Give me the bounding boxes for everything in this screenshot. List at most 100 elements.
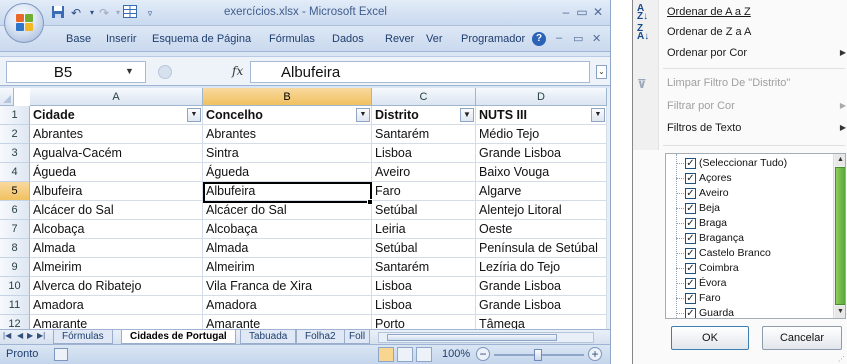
filter-dropdown-icon[interactable]: ▼	[187, 108, 201, 122]
table-cell[interactable]: Amarante	[30, 315, 203, 330]
column-header-a[interactable]: A	[30, 88, 203, 106]
table-cell[interactable]: Alverca do Ribatejo	[30, 277, 203, 296]
table-cell[interactable]: Península de Setúbal	[476, 239, 607, 258]
column-header-b[interactable]: B	[203, 88, 372, 106]
table-cell[interactable]: Lisboa	[372, 277, 476, 296]
first-sheet-icon[interactable]: |◀	[3, 331, 11, 340]
table-cell[interactable]: Amarante	[203, 315, 372, 330]
scroll-up-icon[interactable]: ▲	[835, 154, 845, 166]
tab-dados[interactable]: Dados	[332, 33, 364, 45]
table-cell[interactable]: Algarve	[476, 182, 607, 201]
last-sheet-icon[interactable]: ▶|	[37, 331, 45, 340]
tab-inserir[interactable]: Inserir	[106, 33, 137, 45]
row-header-4[interactable]: 4	[0, 163, 30, 182]
table-cell[interactable]: Médio Tejo	[476, 125, 607, 144]
checkbox-checked-icon[interactable]: ✓	[685, 293, 696, 304]
table-cell[interactable]: Aveiro	[372, 163, 476, 182]
table-cell[interactable]: Lisboa	[372, 144, 476, 163]
row-header-11[interactable]: 11	[0, 296, 30, 315]
table-cell[interactable]: Almeirim	[30, 258, 203, 277]
tab-programador[interactable]: Programador	[461, 33, 525, 45]
table-cell[interactable]: Abrantes	[203, 125, 372, 144]
row-header-3[interactable]: 3	[0, 144, 30, 163]
prev-sheet-icon[interactable]: ◀	[17, 331, 23, 340]
insert-function-icon[interactable]: fx	[232, 64, 243, 78]
table-cell[interactable]: Almeirim	[203, 258, 372, 277]
close-button[interactable]: ✕	[589, 4, 607, 20]
sheet-tab-tabuada[interactable]: Tabuada	[240, 330, 297, 344]
column-header-d[interactable]: D	[476, 88, 607, 106]
checkbox-checked-icon[interactable]: ✓	[685, 158, 696, 169]
table-cell[interactable]: Amadora	[30, 296, 203, 315]
table-cell[interactable]: Águeda	[203, 163, 372, 182]
row-header-6[interactable]: 6	[0, 201, 30, 220]
sheet-tab-folha2[interactable]: Folha2	[296, 330, 345, 344]
checkbox-checked-icon[interactable]: ✓	[685, 308, 696, 318]
value-list-scrollbar[interactable]: ▲ ▼	[833, 154, 845, 318]
page-break-view-icon[interactable]	[416, 347, 432, 362]
checkbox-checked-icon[interactable]: ✓	[685, 233, 696, 244]
row-header-7[interactable]: 7	[0, 220, 30, 239]
vertical-scrollbar[interactable]	[607, 88, 610, 330]
sheet-tab-formulas[interactable]: Fórmulas	[53, 330, 113, 344]
ribbon-minimize-button[interactable]: –	[556, 32, 562, 44]
sheet-tab-folha-partial[interactable]: Foll	[344, 330, 371, 344]
header-cell[interactable]: Concelho ▼	[203, 106, 372, 125]
sort-by-color-item[interactable]: Ordenar por Cor ▶	[633, 43, 847, 65]
worksheet-grid[interactable]: ABCD 1 Cidade ▼ Concelho ▼ Distrito ▼ NUTS III ▼…	[0, 88, 607, 330]
sort-a-to-z-item[interactable]: A Z↓ Ordenar de A a Z	[633, 2, 847, 24]
checkbox-checked-icon[interactable]: ✓	[685, 173, 696, 184]
table-cell[interactable]: Santarém	[372, 258, 476, 277]
row-header-5[interactable]: 5	[0, 182, 30, 201]
table-cell[interactable]: Alcobaça	[203, 220, 372, 239]
table-cell[interactable]: Grande Lisboa	[476, 296, 607, 315]
table-cell[interactable]: Lezíria do Tejo	[476, 258, 607, 277]
checkbox-checked-icon[interactable]: ✓	[685, 203, 696, 214]
table-cell[interactable]: Alcácer do Sal	[203, 201, 372, 220]
column-header-c[interactable]: C	[372, 88, 476, 106]
ribbon-close-button[interactable]: ✕	[592, 32, 601, 45]
table-cell[interactable]: Baixo Vouga	[476, 163, 607, 182]
page-layout-view-icon[interactable]	[397, 347, 413, 362]
table-cell[interactable]: Leiria	[372, 220, 476, 239]
header-cell[interactable]: NUTS III ▼	[476, 106, 607, 125]
office-button[interactable]	[4, 3, 44, 43]
table-cell[interactable]: Alcácer do Sal	[30, 201, 203, 220]
table-cell[interactable]: Albufeira	[203, 182, 372, 201]
select-all-button[interactable]	[0, 88, 14, 106]
filter-value-list[interactable]: ✓ (Seleccionar Tudo) ✓ Açores ✓ Aveiro ✓ Beja ✓ B…	[665, 153, 846, 319]
help-icon[interactable]: ?	[532, 32, 546, 46]
table-cell[interactable]: Porto	[372, 315, 476, 330]
table-cell[interactable]: Tâmega	[476, 315, 607, 330]
table-cell[interactable]: Almada	[203, 239, 372, 258]
zoom-in-button[interactable]: +	[588, 347, 602, 361]
scroll-down-icon[interactable]: ▼	[835, 306, 845, 318]
table-cell[interactable]: Setúbal	[372, 239, 476, 258]
table-cell[interactable]: Águeda	[30, 163, 203, 182]
zoom-level[interactable]: 100%	[442, 348, 470, 360]
table-cell[interactable]: Santarém	[372, 125, 476, 144]
cancel-button[interactable]: Cancelar	[762, 326, 842, 350]
table-cell[interactable]: Amadora	[203, 296, 372, 315]
chevron-down-icon[interactable]: ▼	[125, 66, 134, 76]
horizontal-scrollbar[interactable]	[378, 332, 594, 343]
table-cell[interactable]: Agualva-Cacém	[30, 144, 203, 163]
checkbox-checked-icon[interactable]: ✓	[685, 188, 696, 199]
table-cell[interactable]: Alcobaça	[30, 220, 203, 239]
table-cell[interactable]: Sintra	[203, 144, 372, 163]
tab-rever[interactable]: Rever	[385, 33, 414, 45]
checkbox-checked-icon[interactable]: ✓	[685, 263, 696, 274]
table-cell[interactable]: Oeste	[476, 220, 607, 239]
row-header-9[interactable]: 9	[0, 258, 30, 277]
row-header-8[interactable]: 8	[0, 239, 30, 258]
checkbox-checked-icon[interactable]: ✓	[685, 218, 696, 229]
value-list-scroll-thumb[interactable]	[835, 167, 845, 305]
text-filters-item[interactable]: Filtros de Texto ▶	[633, 118, 847, 140]
table-cell[interactable]: Setúbal	[372, 201, 476, 220]
formula-input[interactable]: Albufeira	[250, 61, 590, 83]
clear-filter-item[interactable]: ⊽ Limpar Filtro De "Distrito"	[633, 73, 847, 95]
table-cell[interactable]: Lisboa	[372, 296, 476, 315]
next-sheet-icon[interactable]: ▶	[27, 331, 33, 340]
filter-dropdown-icon[interactable]: ▼	[356, 108, 370, 122]
tab-formulas[interactable]: Fórmulas	[269, 33, 315, 45]
